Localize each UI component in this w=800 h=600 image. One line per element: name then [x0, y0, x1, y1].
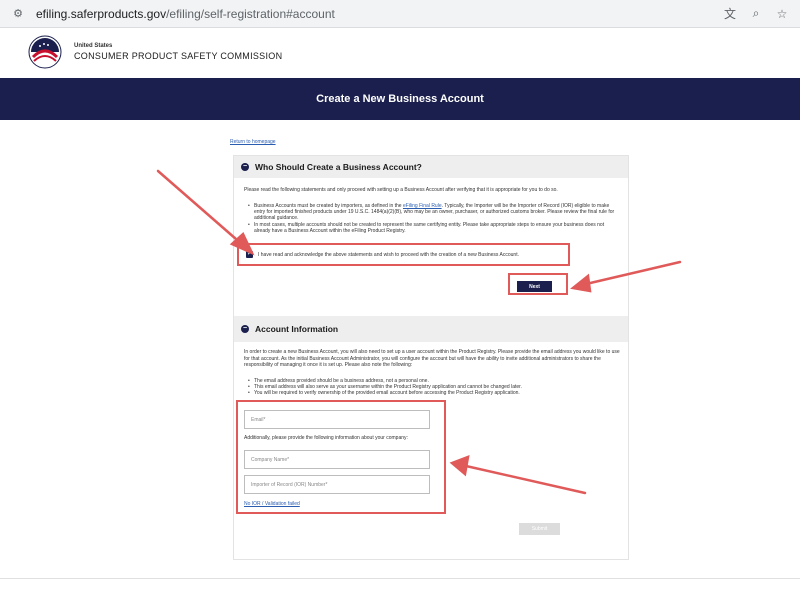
section-who-should-title: Who Should Create a Business Account? [255, 162, 422, 172]
browser-address-bar[interactable]: ⚙ efiling.saferproducts.gov/efiling/self… [0, 0, 800, 28]
arrow-to-checkbox [156, 169, 246, 248]
agency-country: United States [74, 43, 113, 49]
collapse-minus-icon[interactable]: − [241, 163, 249, 171]
section1-bullet-list: Business Accounts must be created by imp… [248, 203, 616, 234]
site-info-icon[interactable]: ⚙ [10, 6, 26, 22]
submit-button[interactable]: Submit [519, 523, 560, 535]
annotation-box-next [508, 273, 568, 295]
url-path: /efiling/self-registration#account [166, 6, 335, 21]
zoom-icon[interactable]: ⌕ [748, 6, 764, 21]
section1-intro: Please read the following statements and… [244, 187, 558, 193]
list-item: You will be required to verify ownership… [248, 390, 616, 396]
url-host: efiling.saferproducts.gov [36, 6, 167, 21]
footer-divider [0, 578, 800, 579]
annotation-box-fields [236, 400, 446, 514]
collapse-minus-icon[interactable]: − [241, 325, 249, 333]
section2-bullet-list: The email address provided should be a b… [248, 378, 616, 397]
return-to-homepage-link[interactable]: Return to homepage [230, 139, 276, 145]
agency-name: CONSUMER PRODUCT SAFETY COMMISSION [74, 51, 283, 61]
page: ⚙ efiling.saferproducts.gov/efiling/self… [0, 0, 800, 600]
url-text[interactable]: efiling.saferproducts.gov/efiling/self-r… [36, 7, 335, 21]
section-who-should-header[interactable]: − Who Should Create a Business Account? [234, 156, 628, 178]
section-account-info-title: Account Information [255, 324, 339, 334]
section-account-info-header[interactable]: − Account Information [234, 316, 628, 342]
translate-icon[interactable]: 文 [722, 5, 738, 22]
site-header: United States CONSUMER PRODUCT SAFETY CO… [0, 28, 800, 76]
section2-intro: In order to create a new Business Accoun… [244, 349, 620, 368]
efiling-final-rule-link[interactable]: eFiling Final Rule [403, 203, 442, 209]
agency-title: United States CONSUMER PRODUCT SAFETY CO… [74, 43, 282, 61]
annotation-box-acknowledge [237, 243, 570, 266]
list-item: In most cases, multiple accounts should … [248, 222, 616, 234]
bullet1-pre: Business Accounts must be created by imp… [254, 203, 403, 209]
cpsc-logo-icon[interactable] [28, 35, 62, 69]
page-banner: Create a New Business Account [0, 78, 800, 120]
list-item: Business Accounts must be created by imp… [248, 203, 616, 222]
browser-actions: 文 ⌕ ☆ [722, 5, 790, 22]
page-title: Create a New Business Account [316, 93, 484, 105]
bookmark-star-icon[interactable]: ☆ [774, 7, 790, 21]
